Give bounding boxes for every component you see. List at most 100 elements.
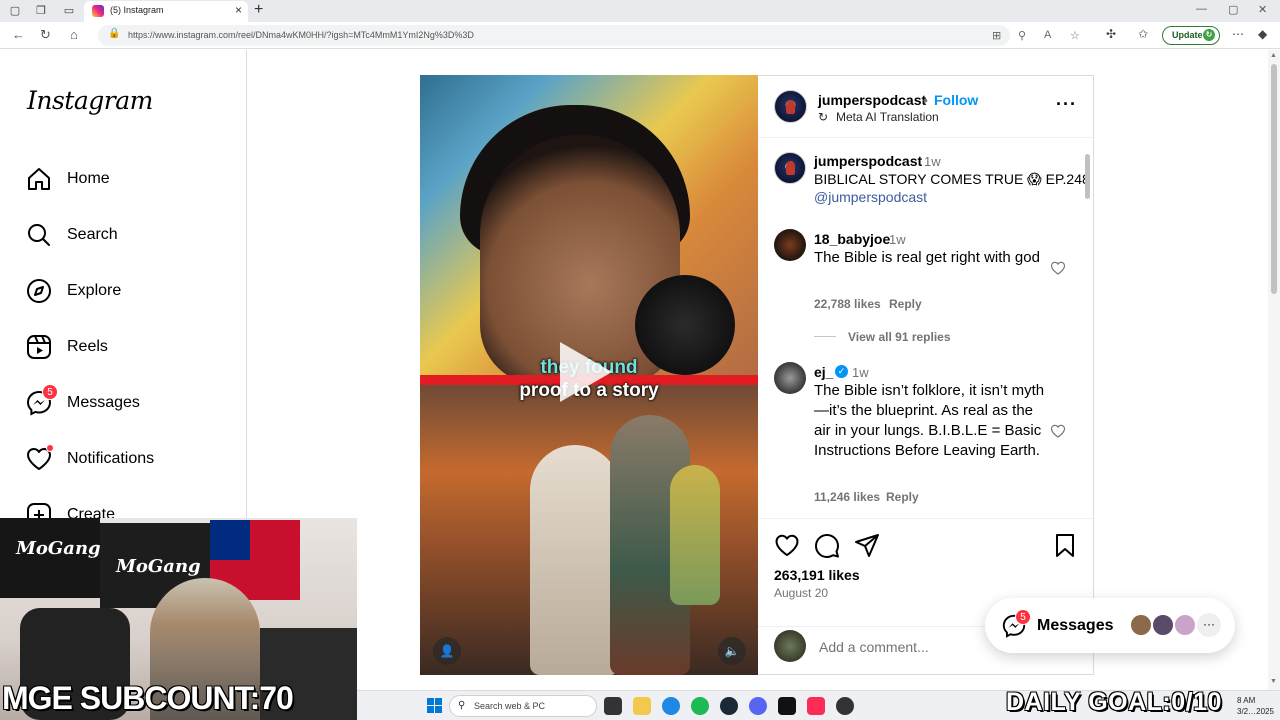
comment-like-icon[interactable]	[1050, 423, 1066, 439]
steam-icon[interactable]	[720, 697, 738, 715]
comment-username[interactable]: ej_	[814, 364, 833, 380]
page-scrollbar[interactable]: ▲ ▼	[1268, 50, 1280, 690]
edge-browser-icon[interactable]	[662, 697, 680, 715]
home-icon	[28, 168, 50, 190]
comment-icon[interactable]	[814, 532, 840, 558]
caption-username[interactable]: jumperspodcast	[814, 153, 922, 169]
url-field[interactable]: 🔒 https://www.instagram.com/reel/DNma4wK…	[98, 25, 1080, 46]
close-tab-icon[interactable]: ×	[235, 3, 242, 17]
page-scroll-thumb[interactable]	[1271, 64, 1277, 294]
extensions-icon[interactable]: ✣	[1106, 27, 1116, 41]
sidebar-item-home[interactable]: Home	[25, 165, 235, 195]
menu-dots-icon[interactable]: ⋯	[1232, 27, 1244, 41]
author-avatar[interactable]	[774, 90, 807, 123]
comment-text: The Bible is real get right with god	[814, 249, 1040, 266]
comment-text: The Bible isn’t folklore, it isn’t myth—…	[814, 382, 1045, 459]
app-available-icon[interactable]: ⊞	[992, 29, 1001, 42]
sidebar-item-search[interactable]: Search	[25, 221, 235, 251]
discord-icon[interactable]	[749, 697, 767, 715]
task-view-icon[interactable]	[604, 697, 622, 715]
taskbar-search-placeholder: Search web & PC	[474, 701, 546, 711]
workspaces-icon[interactable]: ❐	[34, 4, 48, 18]
caption-text: BIBLICAL STORY COMES TRUE 😱 EP.248	[814, 171, 1090, 187]
add-comment-input[interactable]: Add a comment...	[819, 639, 929, 655]
app-icon[interactable]	[778, 697, 796, 715]
actions-divider	[758, 518, 1093, 519]
flag-canton	[210, 520, 250, 560]
copilot-icon[interactable]: ◆	[1258, 27, 1267, 41]
refresh-icon[interactable]: ↻	[40, 27, 51, 43]
reels-icon	[27, 335, 51, 359]
more-options-icon[interactable]: ···	[1056, 94, 1077, 115]
messages-pill[interactable]: 5 Messages ···	[985, 598, 1235, 653]
sidebar-item-label: Search	[67, 226, 118, 243]
windows-start-icon[interactable]	[427, 698, 442, 713]
sidebar-item-label: Notifications	[67, 450, 155, 467]
reel-video[interactable]: they found proof to a story 👤 🔈	[420, 75, 758, 675]
like-count[interactable]: 263,191 likes	[774, 567, 860, 583]
instagram-logo[interactable]: Instagram	[27, 86, 153, 115]
conversation-avatar	[1151, 613, 1175, 637]
like-icon[interactable]	[774, 532, 800, 558]
play-icon[interactable]	[560, 342, 612, 402]
author-username[interactable]: jumperspodcast	[818, 92, 926, 108]
comment-username[interactable]: 18_babyjoe	[814, 231, 890, 247]
taskbar-date: 3/2…2025	[1237, 707, 1274, 716]
maximize-icon[interactable]: ▢	[1228, 3, 1238, 16]
update-label: Update	[1172, 30, 1203, 40]
scroll-up-icon[interactable]: ▲	[1270, 52, 1277, 59]
commenter-avatar[interactable]	[774, 362, 806, 394]
comment-likes[interactable]: 22,788 likes	[814, 297, 881, 311]
share-icon[interactable]	[854, 532, 880, 558]
close-window-icon[interactable]: ✕	[1258, 3, 1267, 16]
favorites-icon[interactable]: ✩	[1138, 27, 1148, 41]
sidebar-item-notifications[interactable]: Notifications	[25, 444, 235, 475]
tab-actions-icon[interactable]: ▭	[62, 4, 76, 18]
sidebar-item-explore[interactable]: Explore	[25, 277, 235, 307]
browser-tab[interactable]: (5) Instagram ×	[84, 1, 248, 22]
scroll-down-icon[interactable]: ▼	[1270, 678, 1277, 685]
banner-logo: MoGang	[116, 556, 201, 577]
spotify-icon[interactable]	[691, 697, 709, 715]
header-separator: •	[923, 92, 928, 108]
mute-icon[interactable]: 🔈	[718, 637, 746, 665]
compass-icon	[27, 279, 51, 303]
post-panel: jumperspodcast • Follow ↻ Meta AI Transl…	[758, 75, 1094, 675]
tagged-user-icon[interactable]: 👤	[433, 637, 461, 665]
caption-mention-link[interactable]: @jumperspodcast	[814, 189, 927, 205]
update-button[interactable]: Update ↻	[1162, 26, 1220, 45]
sidebar-item-messages[interactable]: 5 Messages	[25, 384, 235, 419]
sidebar-item-reels[interactable]: Reels	[25, 333, 235, 363]
commenter-avatar[interactable]	[774, 229, 806, 261]
read-aloud-icon[interactable]: A	[1044, 29, 1051, 41]
comment-likes[interactable]: 11,246 likes	[814, 490, 880, 504]
reply-button[interactable]: Reply	[886, 490, 919, 504]
obs-icon[interactable]	[836, 697, 854, 715]
taskbar-search[interactable]: ⚲ Search web & PC	[449, 695, 597, 717]
painting-figure	[530, 445, 620, 675]
save-bookmark-icon[interactable]	[1052, 532, 1078, 558]
new-tab-button[interactable]: +	[254, 1, 263, 19]
home-browser-icon[interactable]: ⌂	[70, 27, 78, 42]
view-replies-button[interactable]: View all 91 replies	[848, 330, 951, 344]
taskbar-time: 8 AM	[1237, 696, 1256, 705]
reply-button[interactable]: Reply	[889, 297, 922, 311]
sidebar-item-label: Messages	[67, 394, 140, 411]
notification-dot	[46, 444, 54, 452]
comments-scroll-thumb[interactable]	[1085, 154, 1090, 199]
address-toolbar: ← ↻ ⌂ 🔒 https://www.instagram.com/reel/D…	[0, 22, 1280, 49]
caption-avatar[interactable]	[774, 152, 806, 184]
tiktok-icon[interactable]	[807, 697, 825, 715]
zoom-icon[interactable]: ⚲	[1018, 29, 1026, 42]
favorite-star-icon[interactable]: ☆	[1070, 29, 1080, 42]
translation-label[interactable]: Meta AI Translation	[836, 110, 939, 124]
comment-like-icon[interactable]	[1050, 260, 1066, 276]
sidebar-item-label: Reels	[67, 338, 108, 355]
file-explorer-icon[interactable]	[633, 697, 651, 715]
back-icon[interactable]: ←	[12, 27, 25, 42]
messages-pill-label: Messages	[1037, 617, 1114, 634]
follow-button[interactable]: Follow	[934, 92, 978, 108]
profile-icon[interactable]: ▢	[8, 4, 22, 18]
minimize-icon[interactable]: —	[1196, 3, 1207, 15]
translation-icon[interactable]: ↻	[818, 110, 828, 124]
